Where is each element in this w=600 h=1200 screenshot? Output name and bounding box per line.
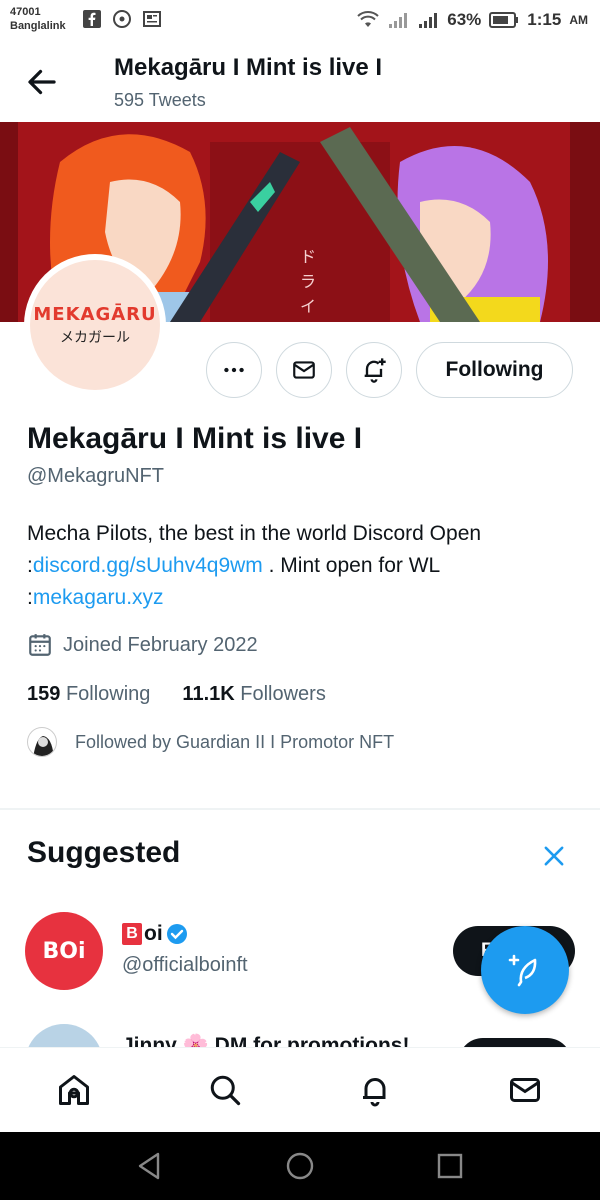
carrier-info: 47001 Banglalink xyxy=(10,5,66,33)
notification-icons xyxy=(82,9,162,29)
avatar-logo-text: MEKAGĀRU xyxy=(33,303,157,325)
svg-text:ラ: ラ xyxy=(300,272,316,291)
notify-button[interactable] xyxy=(346,342,402,398)
mail-icon xyxy=(510,1078,540,1102)
signal-icon-2 xyxy=(419,13,438,28)
back-triangle-icon[interactable] xyxy=(132,1148,168,1184)
facebook-icon xyxy=(83,10,101,28)
home-icon xyxy=(59,1075,89,1105)
bell-icon xyxy=(363,1078,386,1107)
message-button[interactable] xyxy=(276,342,332,398)
nav-messages[interactable] xyxy=(505,1070,545,1110)
suggested-title: Suggested xyxy=(27,836,181,869)
signal-icon xyxy=(389,13,408,28)
avatar xyxy=(27,727,57,757)
status-bar: 47001 Banglalink 63% 1:15 AM xyxy=(0,0,600,42)
search-icon xyxy=(210,1075,241,1106)
nav-search[interactable] xyxy=(205,1070,245,1110)
bio-website-link[interactable]: mekagaru.xyz xyxy=(33,586,164,609)
envelope-icon xyxy=(293,361,315,379)
joined-date: Joined February 2022 xyxy=(27,632,258,658)
bell-plus-icon xyxy=(364,358,386,383)
header-title: Mekagāru I Mint is live I xyxy=(114,54,383,81)
bio-text: Mecha Pilots, the best in the world Disc… xyxy=(27,522,482,545)
svg-text:イ: イ xyxy=(300,297,316,316)
followed-by-text: Followed by Guardian II I Promotor NFT xyxy=(75,731,395,752)
nav-notifications[interactable] xyxy=(355,1070,395,1110)
battery-percent: 63% xyxy=(447,10,482,29)
system-indicators: 63% 1:15 AM xyxy=(357,10,588,30)
profile-handle: @MekagruNFT xyxy=(27,465,164,487)
compose-tweet-button[interactable] xyxy=(481,926,569,1014)
avatar-logo: MEKAGĀRU メカガール xyxy=(30,260,160,390)
messenger-icon xyxy=(113,10,131,28)
profile-bio: Mecha Pilots, the best in the world Disc… xyxy=(27,522,482,609)
arrow-left-icon[interactable] xyxy=(24,64,60,100)
wifi-icon xyxy=(357,11,379,27)
profile-name: Mekagāru I Mint is live I xyxy=(27,422,363,455)
banner-kana: ド xyxy=(300,247,316,266)
clock-ampm: AM xyxy=(569,13,588,27)
feather-plus-icon xyxy=(508,954,537,987)
carrier-code: 47001 xyxy=(10,6,41,18)
calendar-icon xyxy=(29,634,51,656)
suggested-user-name: B oi xyxy=(122,922,189,946)
clock-time: 1:15 xyxy=(527,10,562,29)
section-divider xyxy=(0,808,600,810)
avatar-logo-kana: メカガール xyxy=(60,328,130,345)
profile-header: Mekagāru I Mint is live I 595 Tweets xyxy=(0,42,600,122)
system-nav-bar xyxy=(0,1132,600,1200)
followed-by[interactable]: Followed by Guardian II I Promotor NFT xyxy=(27,727,394,757)
following-stat[interactable]: 159 Following xyxy=(27,683,150,706)
followers-stat[interactable]: 11.1K Followers xyxy=(182,683,325,706)
more-button[interactable] xyxy=(206,342,262,398)
battery-icon xyxy=(489,12,519,28)
tweet-count: 595 Tweets xyxy=(114,90,206,110)
profile-avatar[interactable]: MEKAGĀRU メカガール xyxy=(24,254,166,396)
avatar: BOi xyxy=(25,912,103,990)
news-icon xyxy=(143,11,161,27)
carrier-name: Banglalink xyxy=(10,20,66,32)
verified-badge-icon xyxy=(166,924,187,944)
suggested-user-handle: @officialboinft xyxy=(122,954,248,976)
follow-stats: 159 Following 11.1K Followers xyxy=(27,683,326,706)
nav-home[interactable] xyxy=(54,1070,94,1110)
recents-square-icon[interactable] xyxy=(432,1148,468,1184)
following-button[interactable]: Following xyxy=(416,342,573,398)
bottom-nav xyxy=(0,1047,600,1132)
joined-text: Joined February 2022 xyxy=(63,633,258,656)
bio-discord-link[interactable]: discord.gg/sUuhv4q9wm xyxy=(33,554,263,577)
name-badge: B xyxy=(122,923,142,945)
close-icon[interactable] xyxy=(540,842,568,870)
more-horizontal-icon xyxy=(224,367,244,373)
suggested-user[interactable]: Jinny 🌸 DM for promotions! xyxy=(0,1020,600,1050)
home-circle-icon[interactable] xyxy=(282,1148,318,1184)
